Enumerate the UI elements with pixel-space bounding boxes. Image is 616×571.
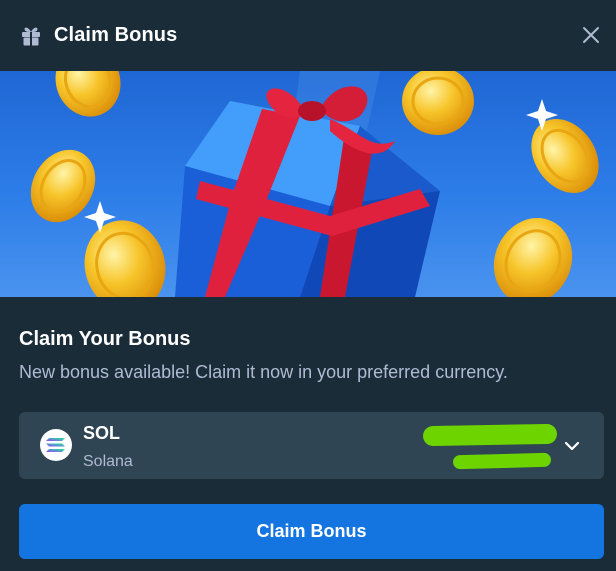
gift-box <box>175 86 440 297</box>
gift-icon <box>22 27 40 45</box>
bonus-banner-image <box>0 71 616 297</box>
gold-coin <box>84 220 166 297</box>
currency-select[interactable]: SOL Solana <box>19 412 604 479</box>
gift-illustration <box>30 71 599 297</box>
currency-name: Solana <box>83 453 133 470</box>
section-subtext: New bonus available! Claim it now in you… <box>19 362 508 382</box>
redacted-amount <box>422 423 558 447</box>
close-icon[interactable] <box>580 24 602 46</box>
gold-coin <box>493 218 573 297</box>
claim-bonus-modal: Claim Bonus Claim Your Bonus New bonus a… <box>0 0 616 571</box>
solana-icon <box>40 429 72 461</box>
chevron-down-icon[interactable] <box>563 437 581 455</box>
currency-symbol: SOL <box>83 423 121 443</box>
gold-coin <box>402 71 474 135</box>
modal-title: Claim Bonus <box>54 24 178 46</box>
redacted-amount-secondary <box>452 452 552 470</box>
gold-coin <box>531 118 599 194</box>
gold-coin <box>55 71 121 117</box>
modal-header: Claim Bonus <box>0 0 616 71</box>
section-heading: Claim Your Bonus <box>19 328 191 350</box>
claim-bonus-button[interactable]: Claim Bonus <box>19 504 604 559</box>
